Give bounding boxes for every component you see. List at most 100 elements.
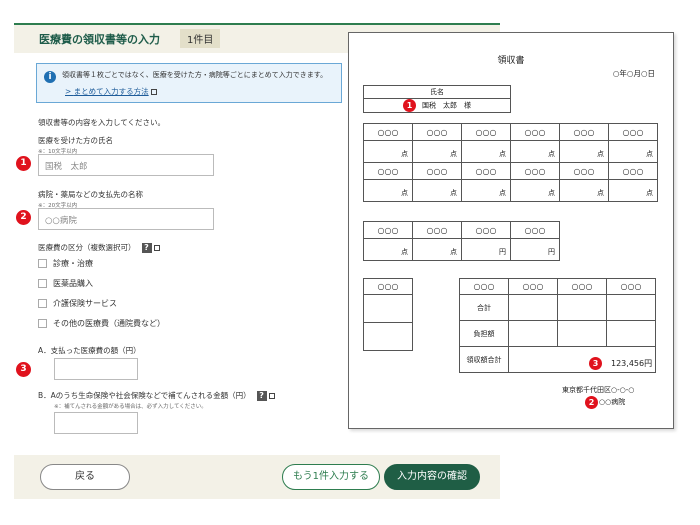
info-notice: i 領収書等１枚ごとではなく、医療を受けた方・病院等ごとにまとめて入力できます。… (36, 63, 342, 103)
grid-value: 点 (559, 140, 609, 163)
total-cell (508, 320, 558, 347)
category-option-treatment[interactable]: 診療・治療 (38, 258, 93, 270)
issuer-address: 東京都千代田区○-○-○ (562, 386, 635, 394)
grid-value: 点 (510, 140, 560, 163)
page-title: 医療費の領収書等の入力 (39, 33, 160, 46)
reimbursed-input[interactable] (54, 412, 138, 434)
grid-header: ○○○ (608, 162, 658, 180)
grid-value (363, 322, 413, 351)
grid-header: ○○○ (461, 162, 511, 180)
grid-value: 点 (461, 140, 511, 163)
checkbox[interactable] (38, 279, 47, 288)
grid-value: 点 (510, 179, 560, 202)
grid-value: 点 (412, 179, 462, 202)
points-grid: ○○○ ○○○ ○○○ ○○○ ○○○ ○○○ 点 点 点 点 点 点 ○○○ … (363, 123, 658, 202)
grid-header: ○○○ (459, 278, 509, 295)
grid-header: ○○○ (363, 278, 413, 295)
help-icon[interactable]: ? (256, 391, 267, 401)
received-row-label: 領収額合計 (459, 346, 509, 373)
back-button[interactable]: 戻る (40, 464, 130, 490)
marker-2: 2 (16, 210, 31, 225)
category-option-care[interactable]: 介護保険サービス (38, 298, 117, 310)
info-icon: i (44, 71, 56, 83)
grid-header: ○○○ (510, 123, 560, 141)
issuer-name: ○○病院 (599, 398, 626, 406)
bulk-entry-link-label: まとめて入力する方法 (73, 87, 149, 96)
grid-header: ○○○ (461, 221, 511, 239)
total-cell (606, 294, 656, 321)
patient-name-input[interactable]: 国税 太郎 (38, 154, 214, 176)
total-cell (557, 294, 607, 321)
receipt-name-cell: 1 国税 太郎 様 (363, 98, 511, 113)
total-row-label: 合計 (459, 294, 509, 321)
external-window-icon (153, 245, 160, 251)
grid-header: ○○○ (608, 123, 658, 141)
total-cell (557, 320, 607, 347)
option-label: 介護保険サービス (53, 299, 117, 308)
hospital-name-label: 病院・薬局などの支払先の名称 (38, 190, 143, 199)
receipt-marker-2: 2 (585, 396, 598, 409)
grid-header: ○○○ (559, 123, 609, 141)
grid-value: 点 (461, 179, 511, 202)
checkbox[interactable] (38, 259, 47, 268)
category-label: 医療費の区分（複数選択可）? (38, 242, 160, 253)
receipt-name-label: 氏名 (363, 85, 511, 99)
checkbox[interactable] (38, 299, 47, 308)
grid-header: ○○○ (510, 162, 560, 180)
category-option-medicine[interactable]: 医薬品購入 (38, 278, 93, 290)
reimbursed-label: B．Aのうち生命保険や社会保険などで補てんされる金額（円）? (38, 390, 275, 401)
receipt-marker-3: 3 (589, 357, 602, 370)
grid-value: 点 (608, 179, 658, 202)
entry-count-badge: 1件目 (180, 29, 221, 48)
grid-value: 点 (363, 238, 413, 261)
grid-header: ○○○ (363, 123, 413, 141)
external-window-icon (150, 89, 157, 95)
total-cell (606, 320, 656, 347)
hospital-name-input[interactable]: ○○病院 (38, 208, 214, 230)
help-icon[interactable]: ? (141, 243, 152, 253)
total-cell (508, 294, 558, 321)
marker-3: 3 (16, 362, 31, 377)
grid-value: 点 (608, 140, 658, 163)
action-bar: 戻る もう1件入力する 入力内容の確認 (14, 455, 500, 499)
receipt-marker-1: 1 (403, 99, 416, 112)
option-label: 医薬品購入 (53, 279, 93, 288)
amount-paid-input[interactable] (54, 358, 138, 380)
patient-name-label: 医療を受けた方の氏名 (38, 136, 113, 145)
receipt-amount: 123,456円 (611, 359, 653, 368)
grid-header: ○○○ (363, 221, 413, 239)
grid-header: ○○○ (363, 162, 413, 180)
category-option-other[interactable]: その他の医療費（通院費など） (38, 318, 165, 330)
grid-value: 点 (412, 140, 462, 163)
grid-header: ○○○ (412, 221, 462, 239)
category-label-text: 医療費の区分（複数選択可） (38, 243, 136, 252)
grid-header: ○○○ (510, 221, 560, 239)
instructions-text: 領収書等の内容を入力してください。 (38, 118, 166, 127)
grid-header: ○○○ (559, 162, 609, 180)
burden-row-label: 負担額 (459, 320, 509, 347)
add-another-button[interactable]: もう1件入力する (282, 464, 380, 490)
receipt-name-table: 氏名 1 国税 太郎 様 (363, 85, 511, 113)
reimbursed-note: ※：補てんされる金額がある場合は、必ず入力してください。 (54, 404, 207, 410)
checkbox[interactable] (38, 319, 47, 328)
grid-header: ○○○ (412, 123, 462, 141)
grid-header: ○○○ (557, 278, 607, 295)
marker-1: 1 (16, 156, 31, 171)
bulk-entry-help-link[interactable]: > まとめて入力する方法 (65, 86, 157, 97)
receipt-date: ○年○月○日 (612, 69, 655, 78)
external-window-icon (268, 393, 275, 399)
reimbursed-label-text: B．Aのうち生命保険や社会保険などで補てんされる金額（円） (38, 391, 251, 400)
grid-header: ○○○ (461, 123, 511, 141)
receipt-sample: 領収書 ○年○月○日 氏名 1 国税 太郎 様 ○○○ ○○○ ○○○ ○○○ ○… (348, 32, 674, 429)
grid-value: 円 (461, 238, 511, 261)
confirm-button[interactable]: 入力内容の確認 (384, 464, 480, 490)
receipt-title: 領収書 (497, 56, 525, 66)
grid-header: ○○○ (606, 278, 656, 295)
grid-value (363, 294, 413, 323)
grid-value: 点 (363, 140, 413, 163)
grid-header: ○○○ (508, 278, 558, 295)
option-label: 診療・治療 (53, 259, 93, 268)
receipt-name-value: 国税 太郎 様 (422, 101, 471, 110)
other-fees-box: ○○○ (363, 278, 413, 351)
fees-grid: ○○○ ○○○ ○○○ ○○○ 点 点 円 円 (363, 221, 560, 261)
